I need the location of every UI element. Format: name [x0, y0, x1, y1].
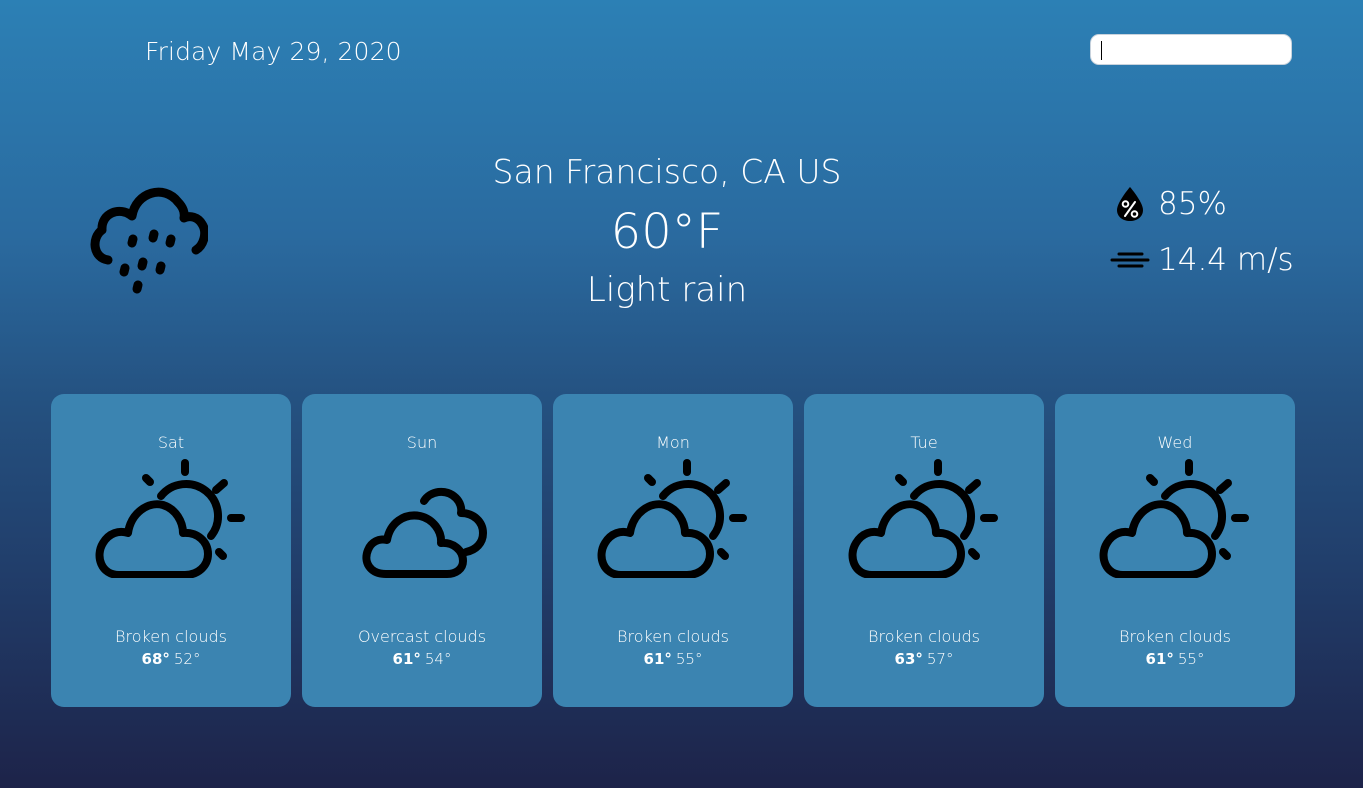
forecast-list: Sat Broken clouds 68° 52° Sun Overcast c…	[51, 394, 1295, 707]
forecast-description: Broken clouds	[115, 627, 227, 646]
location-label: San Francisco, CA US	[492, 152, 842, 191]
forecast-low: 57°	[926, 650, 954, 668]
forecast-low: 54°	[424, 650, 452, 668]
forecast-high: 63°	[894, 650, 923, 668]
forecast-high: 61°	[1145, 650, 1174, 668]
forecast-card-mon: Mon Broken clouds 61° 55°	[553, 394, 793, 707]
forecast-low: 52°	[173, 650, 201, 668]
humidity-stat: 85%	[1110, 182, 1227, 226]
humidity-value: 85%	[1158, 186, 1227, 222]
sun-cloud-icon	[848, 459, 998, 578]
forecast-description: Overcast clouds	[357, 627, 487, 646]
sun-cloud-icon	[95, 459, 245, 578]
search-input[interactable]	[1090, 34, 1292, 65]
forecast-day: Tue	[910, 433, 938, 452]
forecast-temps: 68° 52°	[51, 650, 291, 668]
date-label: Friday May 29, 2020	[145, 37, 402, 66]
clouds-icon	[362, 487, 487, 578]
forecast-card-wed: Wed Broken clouds 61° 55°	[1055, 394, 1295, 707]
wind-stat: 14.4 m/s	[1110, 238, 1294, 282]
forecast-high: 61°	[392, 650, 421, 668]
condition-label: Light rain	[586, 270, 748, 310]
forecast-day: Wed	[1157, 433, 1193, 452]
forecast-low: 55°	[675, 650, 703, 668]
sun-cloud-icon	[597, 459, 747, 578]
forecast-temps: 61° 55°	[1055, 650, 1295, 668]
forecast-day: Mon	[656, 433, 690, 452]
forecast-temps: 61° 55°	[553, 650, 793, 668]
forecast-description: Broken clouds	[1119, 627, 1231, 646]
forecast-card-tue: Tue Broken clouds 63° 57°	[804, 394, 1044, 707]
forecast-description: Broken clouds	[868, 627, 980, 646]
wind-icon	[1110, 240, 1150, 280]
forecast-day: Sun	[406, 433, 438, 452]
forecast-temps: 63° 57°	[804, 650, 1044, 668]
forecast-card-sun: Sun Overcast clouds 61° 54°	[302, 394, 542, 707]
forecast-high: 61°	[643, 650, 672, 668]
cloud-rain-icon	[90, 187, 208, 294]
forecast-temps: 61° 54°	[302, 650, 542, 668]
forecast-low: 55°	[1177, 650, 1205, 668]
humidity-drop-icon	[1110, 184, 1150, 224]
forecast-high: 68°	[141, 650, 170, 668]
forecast-description: Broken clouds	[617, 627, 729, 646]
text-caret	[1101, 41, 1102, 60]
sun-cloud-icon	[1099, 459, 1249, 578]
forecast-card-sat: Sat Broken clouds 68° 52°	[51, 394, 291, 707]
wind-value: 14.4 m/s	[1158, 242, 1294, 278]
forecast-day: Sat	[157, 433, 185, 452]
temperature-label: 60°F	[610, 204, 724, 260]
